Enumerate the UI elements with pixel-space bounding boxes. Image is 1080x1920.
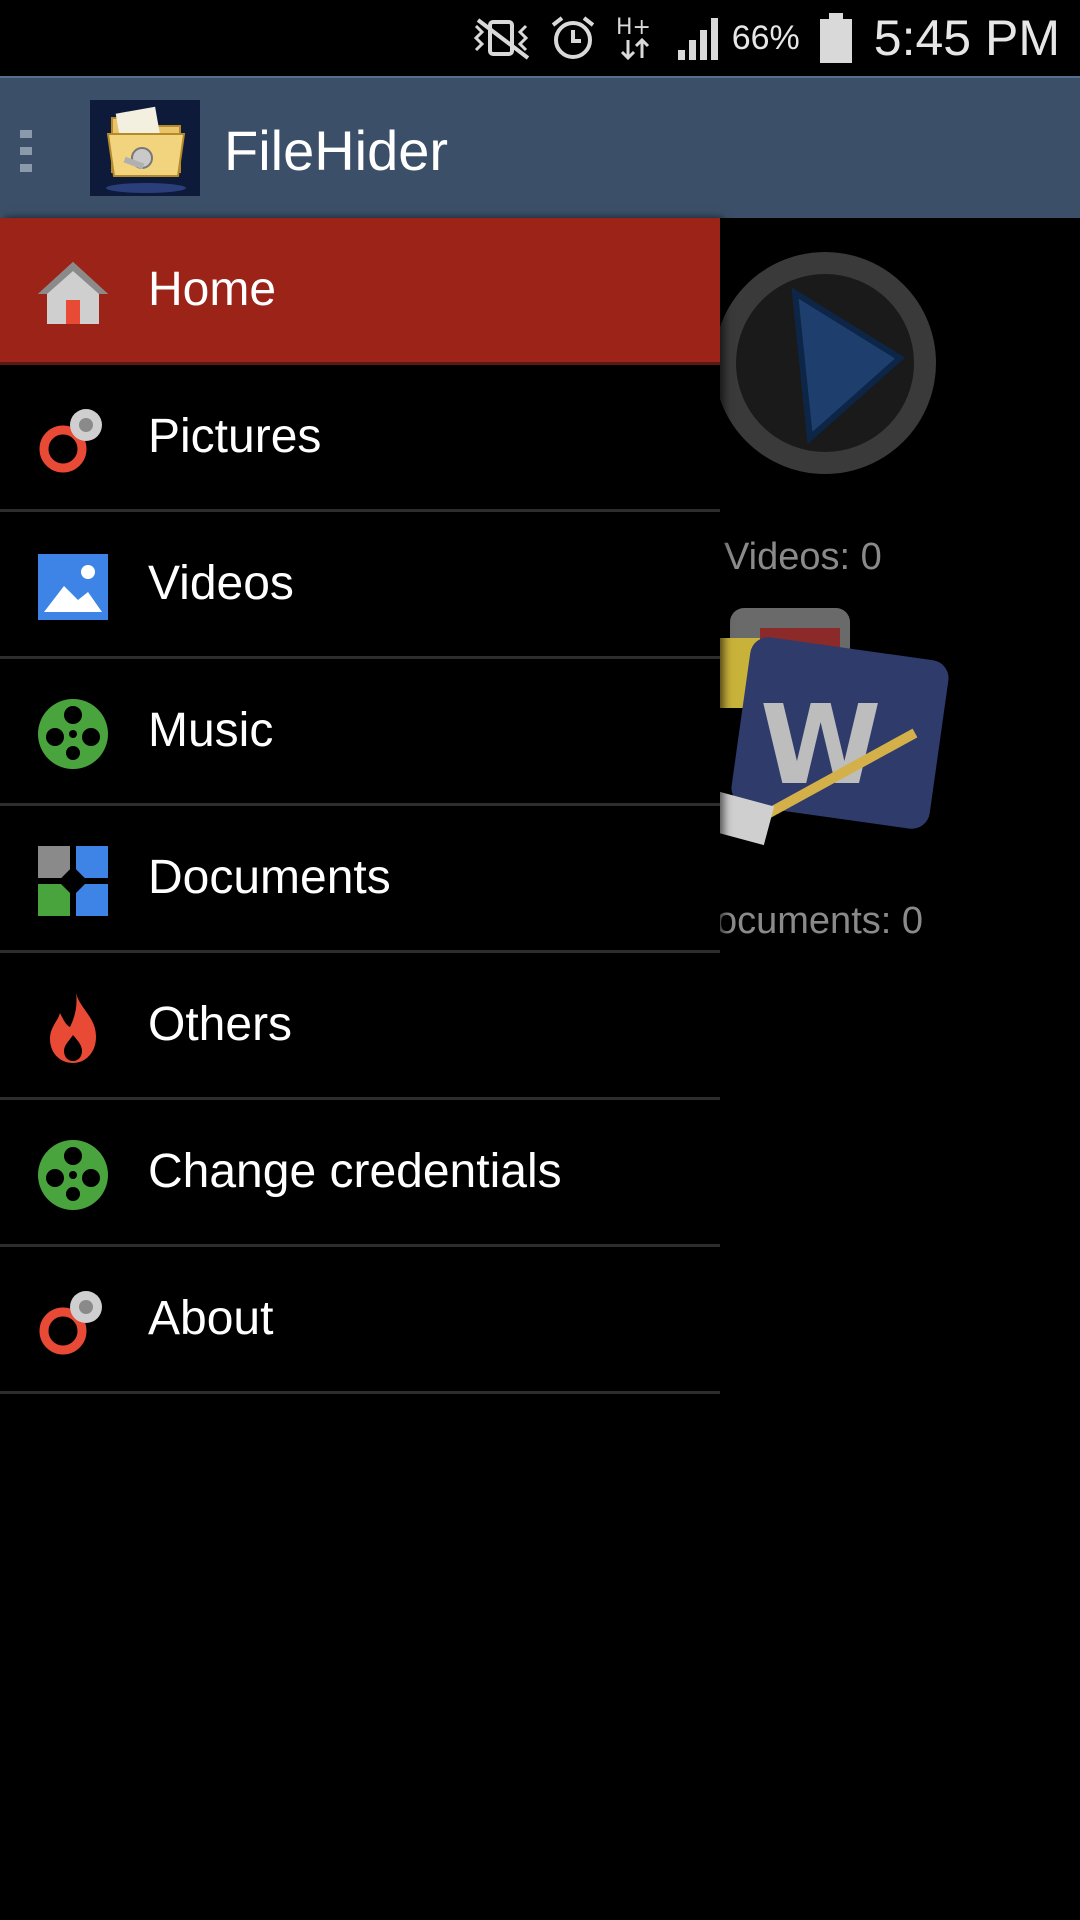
picture-icon: [36, 550, 110, 624]
battery-percent: 66%: [731, 18, 800, 57]
film-reel-icon: [36, 1138, 110, 1212]
battery-icon: [816, 11, 856, 65]
status-bar: H+ 66% 5:45 PM: [0, 0, 1080, 76]
drawer-item-label: Videos: [148, 557, 294, 610]
drawer-item-label: Music: [148, 704, 274, 757]
rings-icon: [36, 1285, 110, 1359]
drawer-item-label: Change credentials: [148, 1145, 562, 1198]
drawer-item-documents[interactable]: Documents: [0, 806, 720, 953]
drawer-item-label: Documents: [148, 851, 391, 904]
signal-icon: [674, 14, 724, 62]
word-document-icon[interactable]: W: [700, 598, 960, 858]
drawer-item-label: Pictures: [148, 410, 322, 463]
flame-icon: [36, 991, 110, 1065]
svg-text:H+: H+: [616, 15, 651, 40]
rings-icon: [36, 403, 110, 477]
vibrate-off-icon: [472, 16, 532, 60]
puzzle-icon: [36, 844, 110, 918]
play-button-icon[interactable]: [700, 238, 950, 488]
app-title: FileHider: [224, 119, 449, 182]
network-hplus-icon: H+: [614, 12, 658, 64]
documents-count-label: ocuments: 0: [716, 900, 923, 942]
videos-count-label: Videos: 0: [724, 536, 882, 578]
action-bar: FileHider: [0, 76, 1080, 220]
drawer-item-home[interactable]: Home: [0, 218, 720, 365]
film-reel-icon: [36, 697, 110, 771]
drawer-item-label: About: [148, 1292, 274, 1345]
drawer-item-label: Home: [148, 263, 277, 316]
drawer-item-videos[interactable]: Videos: [0, 512, 720, 659]
drawer-item-others[interactable]: Others: [0, 953, 720, 1100]
drawer-item-music[interactable]: Music: [0, 659, 720, 806]
clock-time: 5:45 PM: [873, 10, 1060, 66]
drawer-item-label: Others: [148, 998, 293, 1051]
navigation-drawer: Home Pictures Videos Music Documents Oth…: [0, 218, 720, 1920]
alarm-icon: [548, 13, 598, 63]
drawer-item-change-credentials[interactable]: Change credentials: [0, 1100, 720, 1247]
folder-lock-logo-icon[interactable]: [90, 100, 200, 196]
status-icons: H+ 66% 5:45 PM: [456, 0, 1080, 76]
drawer-item-pictures[interactable]: Pictures: [0, 365, 720, 512]
home-icon: [36, 256, 110, 330]
drawer-indicator-icon[interactable]: [20, 130, 32, 181]
drawer-item-about[interactable]: About: [0, 1247, 720, 1394]
